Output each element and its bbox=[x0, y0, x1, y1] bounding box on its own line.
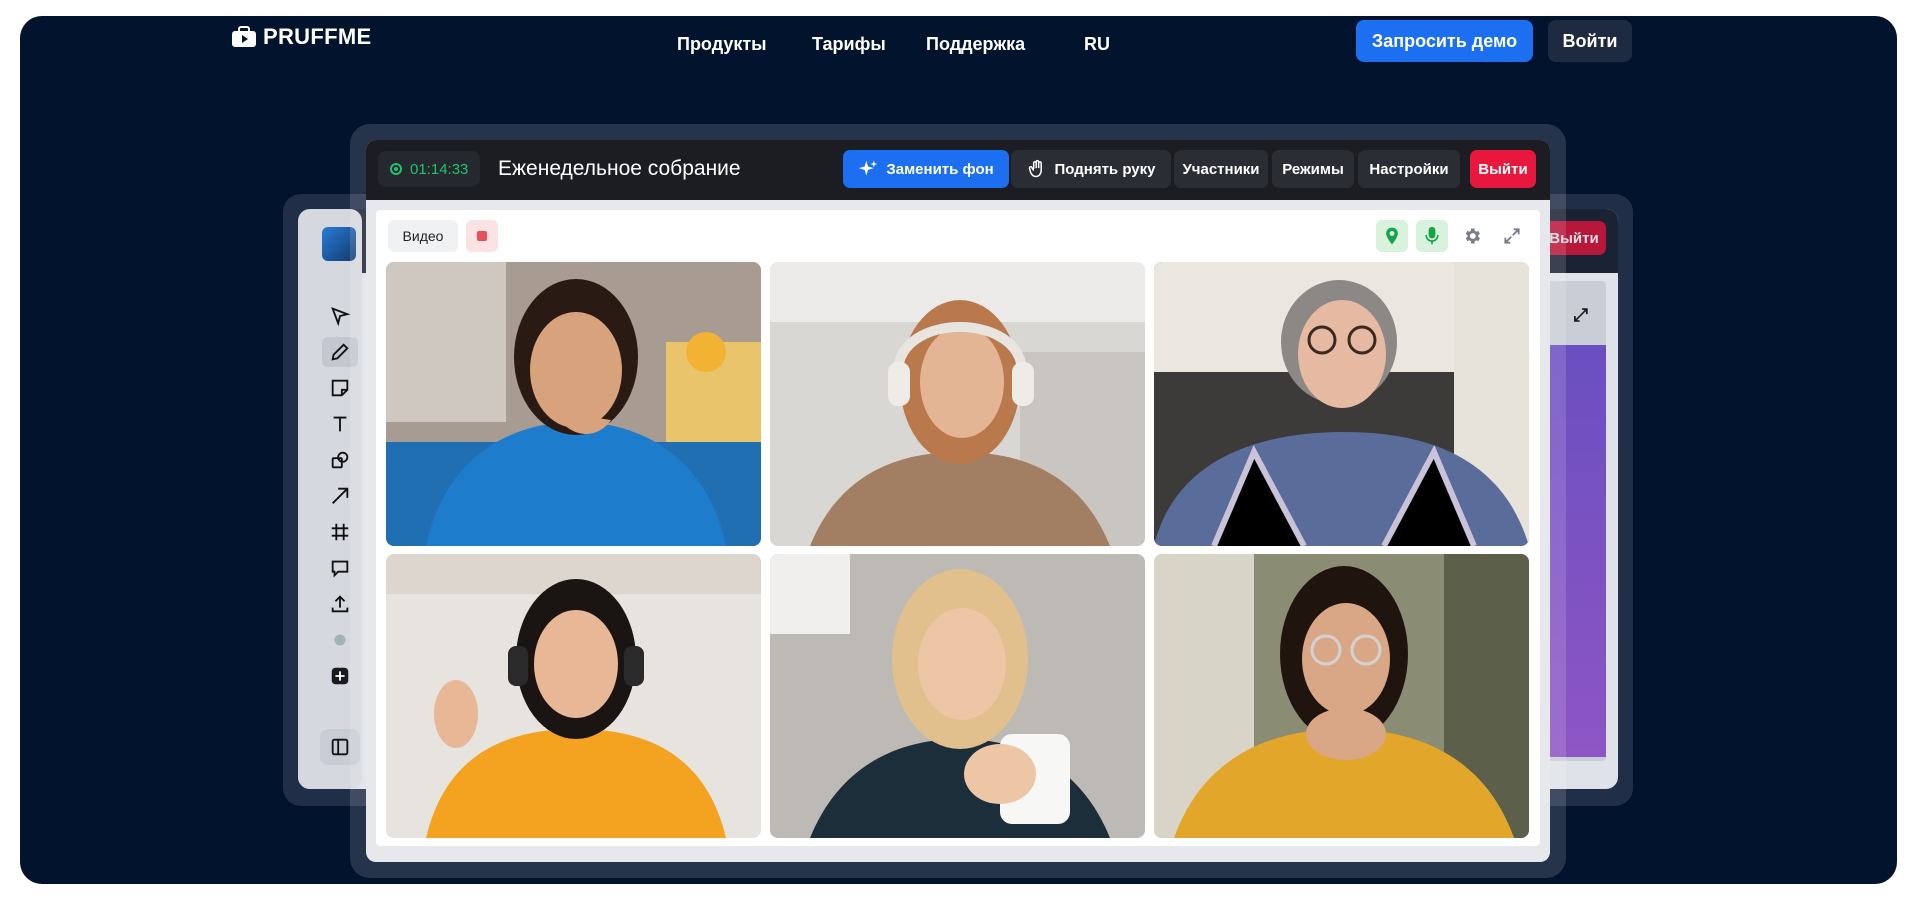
participant-photo bbox=[1154, 554, 1529, 838]
sparkle-icon bbox=[859, 160, 878, 176]
participants-button[interactable]: Участники bbox=[1174, 150, 1268, 188]
participant-video-tile[interactable] bbox=[1154, 262, 1529, 546]
raise-hand-label: Поднять руку bbox=[1054, 160, 1156, 178]
stop-icon bbox=[477, 231, 487, 241]
nav-link-products[interactable]: Продукты bbox=[677, 30, 767, 58]
settings-button[interactable]: Настройки bbox=[1358, 150, 1460, 188]
meeting-title: Еженедельное собрание bbox=[498, 157, 741, 180]
settings-gear-button[interactable] bbox=[1456, 220, 1488, 252]
nav-link-support[interactable]: Поддержка bbox=[926, 30, 1025, 58]
request-demo-button[interactable]: Запросить демо bbox=[1356, 20, 1533, 62]
language-switch[interactable]: RU bbox=[1084, 30, 1110, 58]
brand-name: PRUFFME bbox=[263, 24, 372, 49]
timer-value: 01:14:33 bbox=[410, 160, 469, 178]
nav-link-pricing[interactable]: Тарифы bbox=[812, 30, 886, 58]
location-button[interactable] bbox=[1376, 220, 1408, 252]
participant-video-tile[interactable] bbox=[770, 554, 1145, 838]
participant-video-tile[interactable] bbox=[1154, 554, 1529, 838]
microphone-button[interactable] bbox=[1416, 220, 1448, 252]
hand-icon bbox=[1028, 159, 1042, 178]
modes-button[interactable]: Режимы bbox=[1272, 150, 1354, 188]
fullscreen-button[interactable] bbox=[1496, 220, 1528, 252]
expand-icon[interactable]: ⤢ bbox=[1574, 305, 1588, 326]
gear-icon bbox=[1465, 228, 1480, 244]
participant-photo bbox=[386, 262, 761, 546]
participant-video-tile[interactable] bbox=[770, 262, 1145, 546]
briefcase-play-icon bbox=[231, 26, 257, 48]
fullscreen-icon bbox=[1504, 228, 1520, 244]
stop-recording-button[interactable] bbox=[466, 220, 498, 252]
participant-photo bbox=[386, 554, 761, 838]
meeting-header: 01:14:33 Еженедельное собрание Заменить … bbox=[366, 140, 1550, 200]
login-button[interactable]: Войти bbox=[1548, 20, 1632, 62]
exit-meeting-button[interactable]: Выйти bbox=[1470, 150, 1536, 188]
brand-logo[interactable]: PRUFFME bbox=[231, 24, 371, 50]
meeting-window: 01:14:33 Еженедельное собрание Заменить … bbox=[366, 140, 1550, 862]
change-background-button[interactable]: Заменить фон bbox=[843, 150, 1009, 188]
location-pin-icon bbox=[1386, 227, 1398, 245]
video-stage: Видео bbox=[376, 210, 1540, 846]
raise-hand-button[interactable]: Поднять руку bbox=[1011, 150, 1171, 188]
participant-photo bbox=[770, 262, 1145, 546]
microphone-icon bbox=[1425, 226, 1439, 245]
video-tab[interactable]: Видео bbox=[388, 220, 458, 252]
participant-video-tile[interactable] bbox=[386, 554, 761, 838]
recording-dot-icon bbox=[390, 163, 402, 175]
meeting-timer: 01:14:33 bbox=[378, 151, 481, 187]
participant-photo bbox=[1154, 262, 1529, 546]
change-background-label: Заменить фон bbox=[886, 160, 994, 178]
participant-photo bbox=[770, 554, 1145, 838]
participant-video-tile[interactable] bbox=[386, 262, 761, 546]
